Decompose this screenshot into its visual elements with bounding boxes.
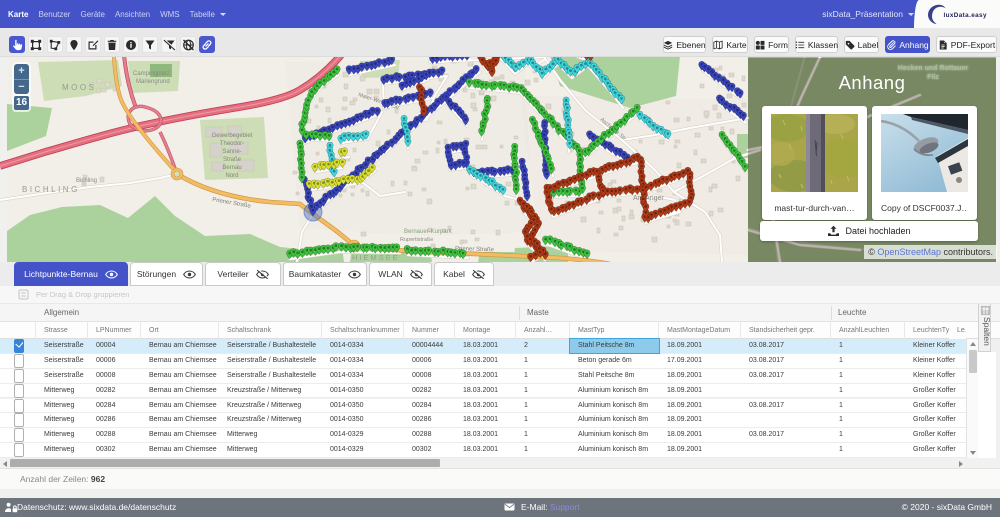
svg-text:Nord: Nord <box>225 173 238 179</box>
svg-text:Bernau: Bernau <box>222 165 241 171</box>
svg-text:HIEMSEE: HIEMSEE <box>352 253 400 262</box>
svg-text:Mariengrund: Mariengrund <box>136 79 170 85</box>
svg-text:Straße: Straße <box>223 157 242 163</box>
svg-text:Bichling: Bichling <box>76 178 97 184</box>
svg-text:luxData.easy: luxData.easy <box>943 12 986 19</box>
svg-text:MOOS: MOOS <box>62 83 96 92</box>
svg-text:Theodor-: Theodor- <box>220 141 244 147</box>
svg-text:Rupertistraße: Rupertistraße <box>400 237 433 243</box>
svg-text:BICHLING: BICHLING <box>22 185 80 194</box>
svg-text:Sanne-: Sanne- <box>222 149 241 155</box>
svg-text:Campingplatz: Campingplatz <box>133 71 170 77</box>
svg-text:Gewerbegebiet: Gewerbegebiet <box>212 133 253 139</box>
svg-text:Am Anger: Am Anger <box>633 195 664 202</box>
svg-text:Bernauer-Kurpark: Bernauer-Kurpark <box>404 229 453 235</box>
